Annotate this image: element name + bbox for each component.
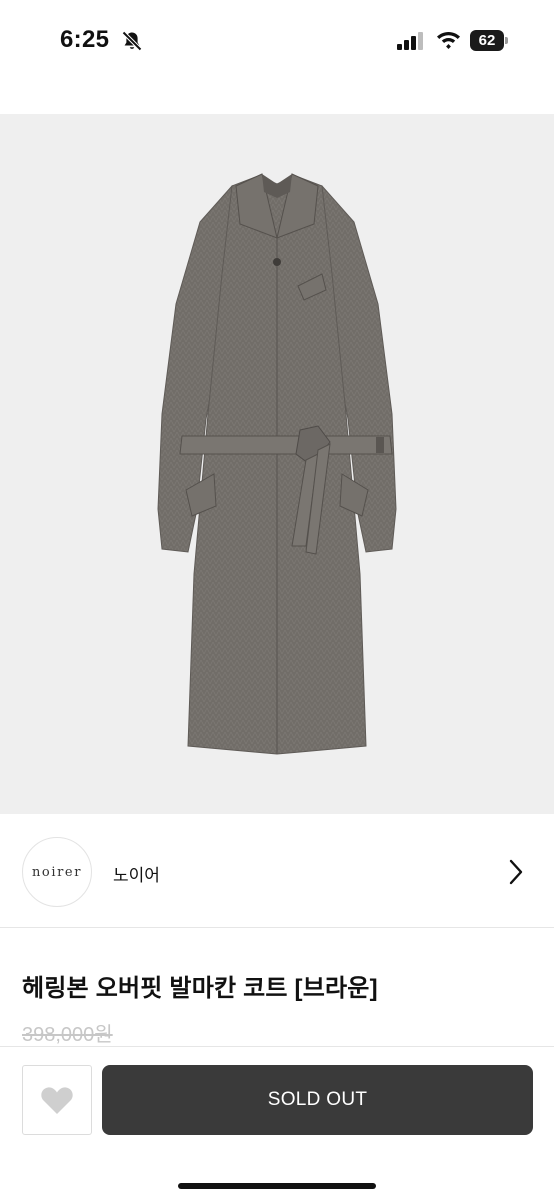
signal-icon bbox=[397, 32, 423, 50]
status-bar: 6:25 62 bbox=[0, 0, 554, 82]
bell-slash-icon bbox=[122, 31, 142, 51]
coat-illustration bbox=[157, 173, 397, 755]
status-time: 6:25 bbox=[60, 26, 110, 53]
battery-level: 62 bbox=[470, 30, 504, 51]
action-bar: SOLD OUT bbox=[0, 1046, 554, 1200]
home-indicator[interactable] bbox=[178, 1183, 376, 1189]
product-image[interactable] bbox=[0, 114, 554, 814]
wifi-icon bbox=[437, 32, 460, 49]
brand-logo[interactable]: noirer bbox=[22, 837, 92, 907]
product-price: 398,000원 bbox=[22, 1024, 113, 1046]
soldout-button[interactable]: SOLD OUT bbox=[102, 1065, 533, 1135]
brand-logo-text: noirer bbox=[31, 864, 83, 880]
brand-row[interactable]: noirer 노이어 bbox=[0, 814, 554, 928]
battery-tip bbox=[505, 37, 508, 44]
product-title: 헤링본 오버핏 발마칸 코트 [브라운] bbox=[22, 975, 378, 1002]
chevron-right-icon[interactable] bbox=[506, 858, 526, 886]
wishlist-button[interactable] bbox=[22, 1065, 92, 1135]
heart-icon bbox=[41, 1087, 73, 1114]
brand-name[interactable]: 노이어 bbox=[113, 861, 160, 886]
battery-icon: 62 bbox=[470, 30, 508, 51]
